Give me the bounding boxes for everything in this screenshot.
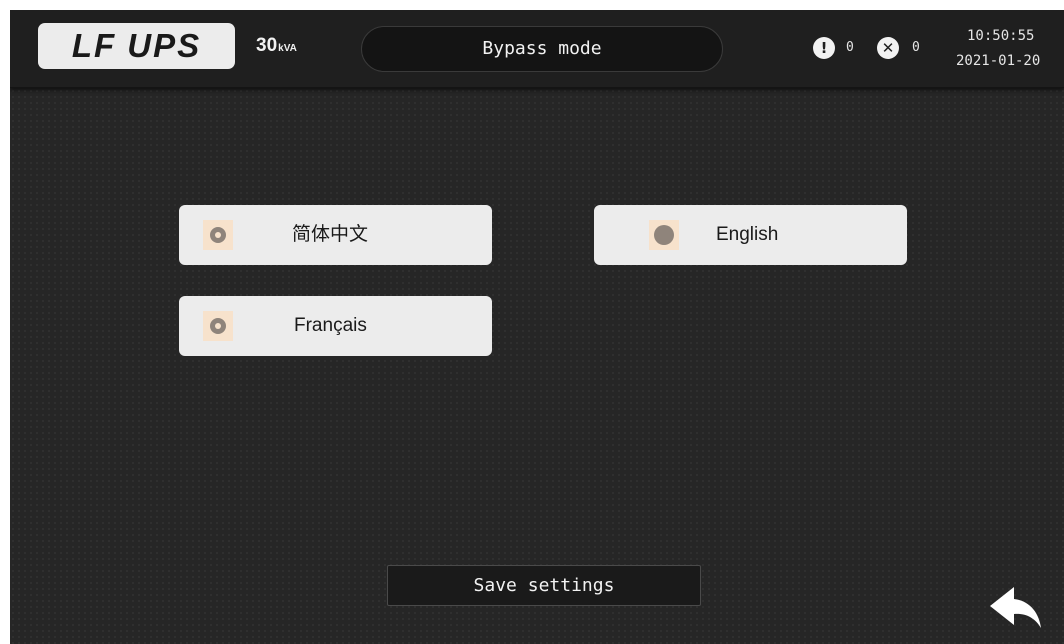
mode-display: Bypass mode [361,26,723,72]
ups-screen: LF UPS 30kVA Bypass mode ! 0 ✕ 0 10:50:5… [10,10,1064,644]
radio-icon [203,311,233,341]
language-label: English [716,224,779,245]
exclamation-icon[interactable]: ! [813,37,835,59]
language-label: Français [294,315,367,336]
save-settings-button[interactable]: Save settings [387,565,701,606]
capacity-value: 30 [256,35,278,56]
logo: LF UPS [38,23,235,69]
radio-selected-icon [649,220,679,250]
capacity-unit: kVA [278,43,297,54]
language-option-english[interactable]: English [594,205,907,265]
language-option-french[interactable]: Français [179,296,492,356]
warning-count: 0 [846,40,854,55]
clock-time: 10:50:55 [967,28,1035,44]
language-option-chinese[interactable]: 简体中文 [179,205,492,265]
back-arrow-icon[interactable] [986,582,1044,630]
language-label: 简体中文 [292,224,369,245]
capacity-label: 30kVA [256,36,297,59]
fault-count: 0 [912,40,920,55]
header-bar: LF UPS 30kVA Bypass mode ! 0 ✕ 0 10:50:5… [10,10,1064,88]
clock-date: 2021-01-20 [956,53,1041,69]
radio-icon [203,220,233,250]
x-circle-icon[interactable]: ✕ [877,37,899,59]
